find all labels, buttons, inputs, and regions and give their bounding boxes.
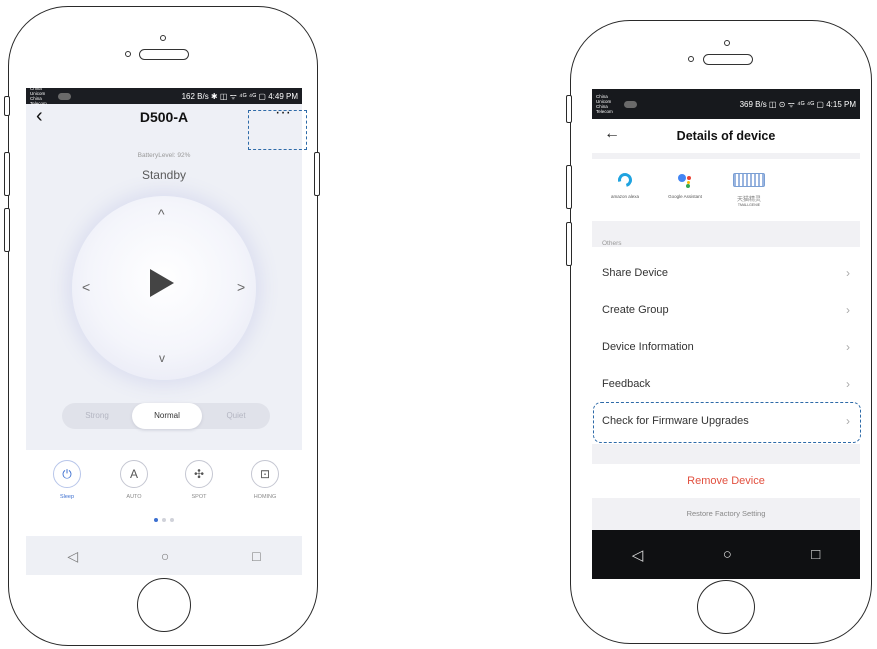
arrow-up-button[interactable]: ^ [158, 206, 165, 222]
carrier-labels: China Unicom China Telecom [596, 94, 622, 114]
page-dot[interactable] [162, 518, 166, 522]
function-bar: ⏻ Sleep A AUTO ✣ SPOT ⊡ HOMING [26, 450, 302, 536]
arrow-left-button[interactable]: < [82, 279, 90, 295]
mode-normal[interactable]: Normal [132, 403, 202, 429]
arrow-down-button[interactable]: v [159, 351, 165, 365]
page-dot[interactable] [170, 518, 174, 522]
side-button [4, 96, 10, 116]
mode-quiet[interactable]: Quiet [202, 403, 270, 429]
spot-icon: ✣ [185, 460, 213, 488]
sleep-button[interactable]: ⏻ Sleep [42, 460, 92, 500]
front-camera [724, 40, 730, 46]
menu-item-label: Share Device [602, 267, 669, 279]
direction-pad: ^ v < > [72, 196, 256, 380]
home-button[interactable] [697, 580, 755, 634]
nav-back-icon[interactable]: ◁ [632, 546, 644, 564]
side-button [566, 165, 572, 209]
chevron-right-icon: › [846, 266, 850, 280]
nav-back-icon[interactable]: ◁ [67, 548, 78, 565]
android-nav-bar: ◁ ○ □ [26, 537, 302, 575]
page-dot[interactable] [154, 518, 158, 522]
google-assistant-tile[interactable]: Google Assistant [658, 169, 712, 199]
carrier-2: China Telecom [596, 104, 613, 114]
section-label-others: Others [602, 240, 622, 247]
alexa-tile[interactable]: amazon alexa [598, 169, 652, 199]
alexa-icon [615, 170, 635, 190]
android-nav-bar: ◁ ○ □ [592, 530, 860, 579]
function-label: AUTO [126, 494, 142, 500]
power-icon: ⏻ [53, 460, 81, 488]
restore-factory-button[interactable]: Restore Factory Setting [592, 498, 860, 530]
assistant-name: amazon alexa [610, 194, 640, 199]
status-bar-right: 369 B/s ◫ ⊙ ᯤ ⁴ᴳ ⁴ᴳ ▢ 4:15 PM [739, 99, 856, 109]
status-bar-right: 162 B/s ✱ ◫ ᯤ ⁴ᴳ ⁴ᴳ ▢ 4:49 PM [181, 91, 298, 101]
status-bar: China Unicom China Telecom 162 B/s ✱ ◫ ᯤ… [26, 88, 302, 106]
nav-recent-icon[interactable]: □ [252, 548, 260, 564]
nav-recent-icon[interactable]: □ [811, 546, 820, 563]
assistant-name: 天猫精灵 [736, 197, 761, 203]
spot-button[interactable]: ✣ SPOT [174, 460, 224, 500]
robot-control-screen: China Unicom China Telecom 162 B/s ✱ ◫ ᯤ… [26, 88, 302, 575]
play-icon[interactable] [150, 269, 174, 297]
earpiece-speaker [703, 54, 753, 65]
hd-indicator-icon [624, 100, 637, 108]
highlight-firmware-upgrade [593, 402, 861, 443]
function-label: Sleep [59, 494, 75, 500]
voice-assistant-row: amazon alexa Google Assistant 天猫精灵 TMALL… [592, 159, 860, 221]
menu-item-label: Create Group [602, 304, 669, 316]
side-button [4, 152, 10, 196]
tmall-genie-tile[interactable]: 天猫精灵 TMALLGENIE [722, 169, 776, 207]
side-button [566, 95, 572, 123]
homing-button[interactable]: ⊡ HOMING [240, 460, 290, 500]
auto-button[interactable]: A AUTO [109, 460, 159, 500]
menu-item-feedback[interactable]: Feedback › [592, 367, 860, 404]
homing-icon: ⊡ [251, 460, 279, 488]
side-button [314, 152, 320, 196]
menu-item-label: Device Information [602, 341, 694, 353]
chevron-right-icon: › [846, 340, 850, 354]
device-details-screen: China Unicom China Telecom 369 B/s ◫ ⊙ ᯤ… [592, 89, 860, 579]
suction-mode-selector: Strong Normal Quiet [62, 403, 270, 429]
menu-item-label: Feedback [602, 378, 651, 390]
carrier-1: China Unicom [596, 94, 612, 104]
section-divider [592, 444, 860, 464]
chevron-right-icon: › [846, 303, 850, 317]
function-label: HOMING [253, 494, 277, 500]
assistant-name: Google Assistant [668, 194, 702, 199]
hd-indicator-icon [58, 92, 71, 100]
status-bar: China Unicom China Telecom 369 B/s ◫ ⊙ ᯤ… [592, 89, 860, 119]
highlight-more-button [248, 110, 307, 150]
page-title: Details of device [676, 129, 776, 143]
side-button [4, 208, 10, 252]
assistant-subname: TMALLGENIE [737, 203, 761, 207]
front-camera [160, 35, 166, 41]
battery-level: BatteryLevel: 92% [137, 152, 191, 159]
home-button[interactable] [137, 578, 191, 632]
chevron-right-icon: › [846, 377, 850, 391]
auto-icon: A [120, 460, 148, 488]
nav-home-icon[interactable]: ○ [161, 548, 169, 564]
nav-home-icon[interactable]: ○ [723, 546, 732, 563]
arrow-right-button[interactable]: > [237, 279, 245, 295]
mode-strong[interactable]: Strong [62, 403, 132, 429]
app-header: ← Details of device [592, 119, 860, 153]
earpiece-speaker [139, 49, 189, 60]
tmall-genie-icon [733, 173, 765, 187]
front-sensor [688, 56, 694, 62]
page-indicator [26, 518, 302, 522]
section-divider [592, 221, 860, 247]
google-assistant-icon [676, 172, 694, 188]
front-sensor [125, 51, 131, 57]
device-status: Standby [141, 168, 187, 182]
menu-item-device-information[interactable]: Device Information › [592, 330, 860, 367]
function-label: SPOT [191, 494, 207, 500]
menu-item-create-group[interactable]: Create Group › [592, 293, 860, 330]
menu-item-share-device[interactable]: Share Device › [592, 256, 860, 293]
carrier-1: China Unicom [30, 88, 46, 96]
remove-device-button[interactable]: Remove Device [592, 464, 860, 498]
side-button [566, 222, 572, 266]
